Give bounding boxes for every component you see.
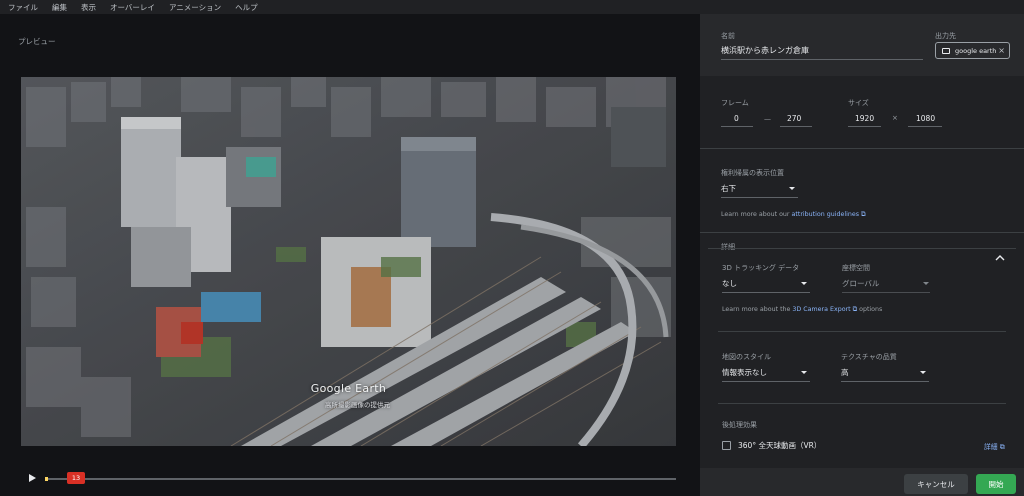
preview-pane: プレビュー Google Earth 高所撮影画像の提供元 13	[0, 14, 700, 496]
camera-export-help: Learn more about the 3D Camera Export ⧉ …	[722, 306, 882, 314]
size-separator: ×	[892, 114, 898, 122]
size-width-input[interactable]: 1920	[855, 114, 874, 123]
output-label: 出力先	[935, 32, 956, 40]
timeline-start-marker	[45, 477, 48, 481]
google-earth-logo: Google Earth	[310, 382, 387, 395]
chevron-down-icon[interactable]	[923, 282, 929, 285]
camera-export-help-text: Learn more about the	[722, 306, 793, 313]
menu-edit[interactable]: 編集	[52, 2, 67, 13]
name-input-underline	[721, 59, 923, 60]
name-input[interactable]: 横浜駅から赤レンガ倉庫	[721, 45, 809, 56]
tracking-underline	[722, 292, 810, 293]
attribution-help-text: Learn more about our	[721, 211, 792, 218]
folder-icon	[942, 47, 950, 54]
menu-file[interactable]: ファイル	[8, 2, 38, 13]
vr-checkbox[interactable]	[722, 441, 731, 450]
post-effects-label: 後処理効果	[722, 421, 757, 429]
close-icon[interactable]: ×	[998, 46, 1005, 55]
vr-label: 360° 全天球動画（VR）	[738, 441, 822, 450]
chevron-down-icon[interactable]	[801, 282, 807, 285]
tracking-label: 3D トラッキング データ	[722, 264, 800, 272]
attribution-label: 権利帰属の表示位置	[721, 169, 784, 177]
frame-label: フレーム	[721, 99, 749, 107]
coord-space-select[interactable]: グローバル	[842, 278, 879, 289]
menu-animation[interactable]: アニメーション	[169, 2, 221, 13]
external-link-icon: ⧉	[858, 211, 866, 218]
texture-quality-select[interactable]: 高	[841, 367, 849, 378]
size-label: サイズ	[848, 99, 869, 107]
size-height-input[interactable]: 1080	[916, 114, 935, 123]
timeline-track[interactable]	[45, 477, 676, 481]
vr-details: 詳細 ⧉	[984, 441, 1005, 452]
map-style-select[interactable]: 情報表示なし	[722, 367, 767, 378]
attribution-underline	[721, 197, 798, 198]
timeline-playhead[interactable]: 13	[67, 472, 85, 484]
cancel-button[interactable]: キャンセル	[904, 474, 968, 494]
frame-end-underline	[780, 126, 812, 127]
map-style-underline	[722, 381, 810, 382]
attribution-select[interactable]: 右下	[721, 183, 736, 194]
name-label: 名前	[721, 32, 735, 40]
menu-view[interactable]: 表示	[81, 2, 96, 13]
texture-quality-underline	[841, 381, 929, 382]
chevron-down-icon[interactable]	[920, 371, 926, 374]
menu-overlay[interactable]: オーバーレイ	[110, 2, 155, 13]
frame-separator: —	[764, 115, 771, 123]
frame-start-input[interactable]: 0	[734, 114, 739, 123]
tracking-select[interactable]: なし	[722, 278, 737, 289]
menu-help[interactable]: ヘルプ	[235, 2, 258, 13]
size-width-underline	[848, 126, 881, 127]
chevron-down-icon[interactable]	[789, 187, 795, 190]
attribution-guidelines-link[interactable]: attribution guidelines	[792, 211, 859, 218]
frame-end-input[interactable]: 270	[787, 114, 801, 123]
section-divider	[700, 148, 1024, 149]
attribution-help: Learn more about our attribution guideli…	[721, 211, 865, 219]
size-height-underline	[908, 126, 942, 127]
external-link-icon: ⧉	[997, 443, 1005, 451]
preview-label: プレビュー	[18, 37, 56, 46]
play-icon[interactable]	[27, 473, 37, 483]
chevron-down-icon[interactable]	[801, 371, 807, 374]
details-divider	[718, 331, 1006, 332]
imagery-credit: 高所撮影画像の提供元	[325, 401, 390, 409]
preview-image: Google Earth 高所撮影画像の提供元	[21, 77, 676, 446]
camera-export-help-suffix: options	[857, 306, 883, 313]
coord-space-label: 座標空間	[842, 264, 870, 272]
settings-panel: 名前 横浜駅から赤レンガ倉庫 出力先 google earth × フレーム 0…	[700, 14, 1024, 496]
output-chip[interactable]: google earth ×	[935, 42, 1010, 59]
texture-quality-label: テクスチャの品質	[841, 353, 897, 361]
details-divider	[718, 403, 1006, 404]
frame-start-underline	[721, 126, 753, 127]
output-chip-label: google earth	[955, 46, 997, 55]
camera-export-link[interactable]: 3D Camera Export	[792, 306, 850, 313]
vr-details-link[interactable]: 詳細	[984, 443, 998, 451]
coord-space-underline	[842, 292, 930, 293]
chevron-up-icon[interactable]	[995, 254, 1005, 262]
menu-bar: ファイル 編集 表示 オーバーレイ アニメーション ヘルプ	[0, 0, 1024, 14]
start-button[interactable]: 開始	[976, 474, 1016, 494]
section-divider	[700, 232, 1024, 233]
map-style-label: 地図のスタイル	[722, 353, 771, 361]
